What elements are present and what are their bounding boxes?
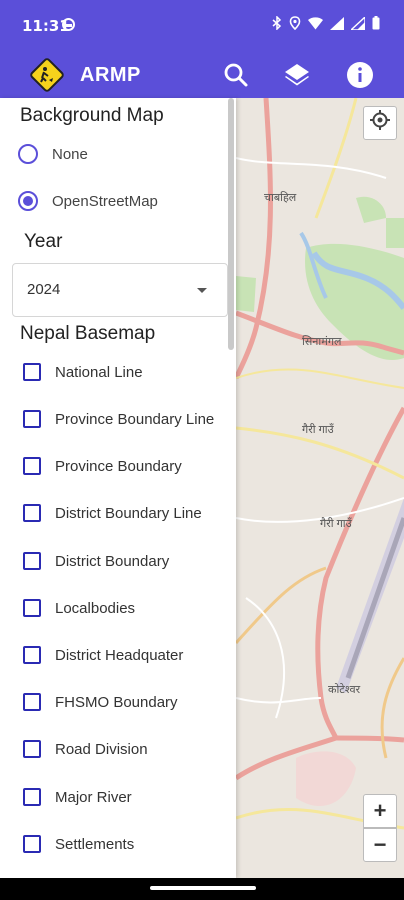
layer-label: Major River (55, 788, 132, 806)
layer-road-division[interactable]: Road Division (23, 739, 148, 759)
layer-settlements[interactable]: Settlements (23, 834, 134, 854)
year-value: 2024 (27, 281, 61, 298)
checkbox[interactable] (23, 504, 41, 522)
locate-button[interactable] (363, 106, 397, 140)
info-button[interactable] (345, 60, 375, 90)
status-icons (272, 14, 380, 33)
radio-label: OpenStreetMap (52, 192, 158, 210)
layers-button[interactable] (282, 60, 312, 90)
app-bar: ARMP (0, 52, 404, 98)
radio-option-none[interactable]: None (18, 142, 88, 166)
chevron-down-icon (197, 288, 207, 293)
wifi-icon (308, 16, 323, 33)
layer-label: District Boundary Line (55, 504, 202, 522)
screen: 11:31 ARMP चाबहिल सिनामंगल गैरी गाउँ गैर… (0, 0, 404, 900)
layer-district-boundary[interactable]: District Boundary (23, 551, 169, 571)
layer-national-line[interactable]: National Line (23, 362, 143, 382)
section-title-background-map: Background Map (20, 105, 164, 126)
bluetooth-icon (272, 15, 282, 33)
map-tiles (236, 98, 404, 878)
zoom-in-button[interactable]: + (363, 794, 397, 828)
layer-label: FHSMO Boundary (55, 693, 178, 711)
checkbox[interactable] (23, 693, 41, 711)
checkbox[interactable] (23, 646, 41, 664)
locate-icon (369, 109, 391, 137)
layer-province-boundary-line[interactable]: Province Boundary Line (23, 409, 214, 429)
checkbox[interactable] (23, 410, 41, 428)
search-button[interactable] (221, 60, 251, 90)
armp-logo-icon (30, 58, 64, 92)
info-icon (345, 62, 375, 94)
radio-button[interactable] (18, 191, 38, 211)
layer-label: District Boundary (55, 552, 170, 570)
layer-localbodies[interactable]: Localbodies (23, 598, 135, 618)
status-bar: 11:31 (0, 0, 404, 52)
radio-label: None (52, 145, 88, 163)
layer-district-headquater[interactable]: District Headquater (23, 645, 183, 665)
layer-label: National Line (55, 363, 143, 381)
layer-major-river[interactable]: Major River (23, 787, 132, 807)
notification-icon (62, 18, 75, 31)
system-nav-bar (0, 878, 404, 900)
year-dropdown[interactable]: 2024 (12, 263, 228, 317)
battery-icon (372, 16, 380, 33)
zoom-out-button[interactable]: − (363, 828, 397, 862)
layer-district-boundary-line[interactable]: District Boundary Line (23, 503, 202, 523)
checkbox[interactable] (23, 599, 41, 617)
map-label: गैरी गाउँ (302, 424, 334, 436)
map-label: सिनामंगल (302, 336, 342, 348)
checkbox[interactable] (23, 552, 41, 570)
map-view[interactable]: चाबहिल सिनामंगल गैरी गाउँ गैरी गाउँ कोटे… (236, 98, 404, 878)
layer-label: Settlements (55, 835, 135, 853)
layer-label: Province Boundary (55, 457, 182, 475)
radio-button[interactable] (18, 144, 38, 164)
layer-fhsmo-boundary[interactable]: FHSMO Boundary (23, 692, 178, 712)
signal-icon (330, 16, 344, 33)
checkbox[interactable] (23, 363, 41, 381)
drawer-scrollbar[interactable] (228, 98, 234, 350)
checkbox[interactable] (23, 457, 41, 475)
section-title-nepal-basemap: Nepal Basemap (20, 323, 156, 344)
signal-secondary-icon (349, 14, 366, 33)
layer-drawer: Background Map None OpenStreetMap Year 2… (0, 98, 236, 878)
location-icon (289, 16, 301, 33)
layer-province-boundary[interactable]: Province Boundary (23, 456, 182, 476)
search-icon (221, 63, 251, 94)
checkbox[interactable] (23, 835, 41, 853)
layer-label: Localbodies (55, 599, 136, 617)
app-title: ARMP (80, 64, 141, 86)
section-title-year: Year (24, 231, 63, 252)
map-label: गैरी गाउँ (320, 518, 352, 530)
layer-label: Road Division (55, 740, 148, 758)
radio-option-openstreetmap[interactable]: OpenStreetMap (18, 189, 158, 213)
layer-label: Province Boundary Line (55, 410, 215, 428)
home-gesture-handle[interactable] (150, 886, 256, 890)
layer-label: District Headquater (55, 646, 184, 664)
checkbox[interactable] (23, 788, 41, 806)
checkbox[interactable] (23, 740, 41, 758)
layers-icon (282, 64, 312, 94)
map-label: कोटेश्वर (328, 684, 361, 696)
map-label: चाबहिल (264, 192, 297, 204)
